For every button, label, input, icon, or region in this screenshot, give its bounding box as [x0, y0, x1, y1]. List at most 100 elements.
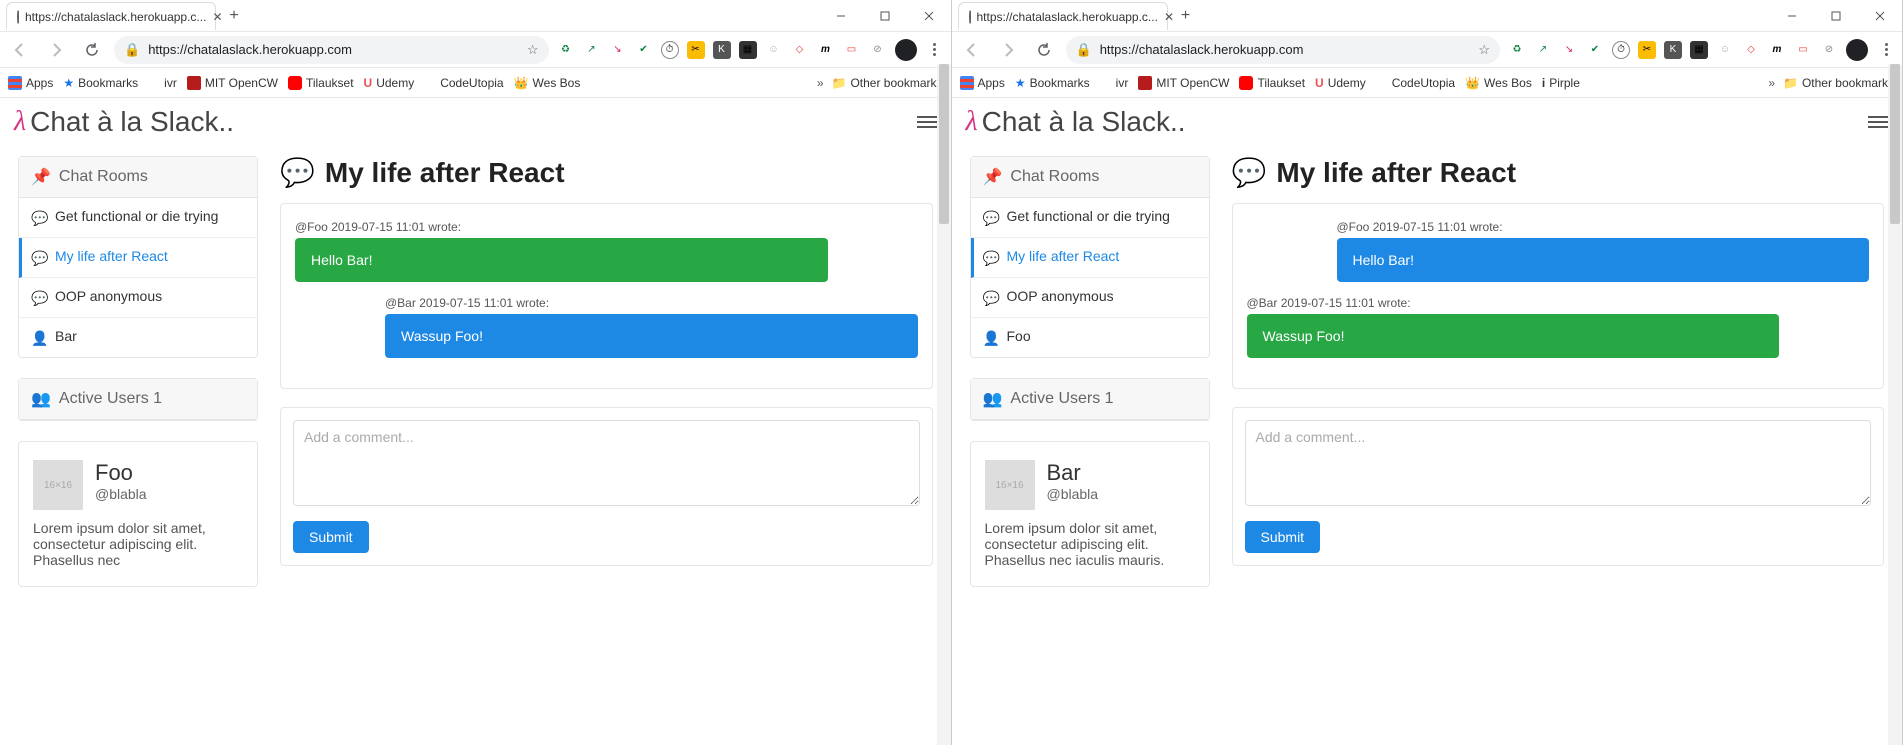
- scrollbar[interactable]: [937, 64, 951, 745]
- room-item[interactable]: 👤Foo: [971, 318, 1209, 357]
- bookmark-item[interactable]: MIT OpenCW: [1138, 76, 1229, 90]
- avatar: 16×16: [985, 460, 1035, 510]
- scrollbar[interactable]: [1888, 64, 1902, 745]
- profile-avatar[interactable]: [895, 39, 917, 61]
- extension-icon[interactable]: ✂: [687, 41, 705, 59]
- extension-icon[interactable]: ⊘: [1820, 41, 1838, 59]
- globe-icon: [148, 77, 160, 89]
- close-icon[interactable]: ✕: [1164, 10, 1174, 24]
- extension-icon[interactable]: ↘: [1560, 41, 1578, 59]
- bookmark-overflow[interactable]: »: [1768, 76, 1775, 90]
- hamburger-icon[interactable]: [1868, 116, 1888, 128]
- bookmark-item[interactable]: Apps: [960, 76, 1005, 90]
- extension-icon[interactable]: ↗: [583, 41, 601, 59]
- room-item[interactable]: 💬OOP anonymous: [19, 278, 257, 318]
- extension-icon[interactable]: ☺: [1716, 41, 1734, 59]
- browser-tab[interactable]: https://chatalaslack.herokuapp.c... ✕: [958, 2, 1168, 30]
- extension-icon[interactable]: ✔: [635, 41, 653, 59]
- bookmark-item[interactable]: Apps: [8, 76, 53, 90]
- nav-forward-button[interactable]: [994, 36, 1022, 64]
- extension-icon[interactable]: ✂: [1638, 41, 1656, 59]
- profile-avatar[interactable]: [1846, 39, 1868, 61]
- maximize-button[interactable]: [1814, 0, 1858, 32]
- submit-button[interactable]: Submit: [1245, 521, 1321, 553]
- bookmark-item[interactable]: 👑Wes Bos: [1465, 76, 1532, 90]
- main: 💬 My life after React @Foo 2019-07-15 11…: [1232, 156, 1885, 725]
- url-input[interactable]: 🔒 https://chatalaslack.herokuapp.com ☆: [114, 36, 549, 64]
- other-bookmarks[interactable]: 📁Other bookmarks: [832, 76, 943, 90]
- submit-button[interactable]: Submit: [293, 521, 369, 553]
- bookmark-item[interactable]: ivr: [148, 76, 177, 90]
- extension-icon[interactable]: m: [817, 41, 835, 59]
- extension-icon[interactable]: m: [1768, 41, 1786, 59]
- close-icon[interactable]: ✕: [212, 10, 222, 24]
- bookmark-item[interactable]: UUdemy: [364, 76, 415, 90]
- chat-icon: 💬: [983, 210, 999, 227]
- close-button[interactable]: [907, 0, 951, 32]
- room-item[interactable]: 💬My life after React: [19, 238, 257, 278]
- nav-forward-button[interactable]: [42, 36, 70, 64]
- hamburger-icon[interactable]: [917, 116, 937, 128]
- extension-icon[interactable]: ↗: [1534, 41, 1552, 59]
- room-item[interactable]: 💬Get functional or die trying: [19, 198, 257, 238]
- bookmark-item[interactable]: Tilaukset: [1239, 76, 1305, 90]
- extension-icon[interactable]: K: [713, 41, 731, 59]
- extension-icon[interactable]: ⏱: [1612, 41, 1630, 59]
- new-tab-button[interactable]: +: [1174, 4, 1198, 28]
- other-bookmarks[interactable]: 📁Other bookmarks: [1783, 76, 1894, 90]
- reload-button[interactable]: [78, 36, 106, 64]
- url-input[interactable]: 🔒 https://chatalaslack.herokuapp.com ☆: [1066, 36, 1501, 64]
- extension-icon[interactable]: ▭: [843, 41, 861, 59]
- extension-icon[interactable]: ↘: [609, 41, 627, 59]
- browser-tab[interactable]: https://chatalaslack.herokuapp.c... ✕: [6, 2, 216, 30]
- new-tab-button[interactable]: +: [222, 4, 246, 28]
- chat-rooms-header: 📌 Chat Rooms: [19, 157, 257, 198]
- bookmark-item[interactable]: UUdemy: [1315, 76, 1366, 90]
- bookmark-item[interactable]: 👑Wes Bos: [514, 76, 581, 90]
- extension-icon[interactable]: ▦: [1690, 41, 1708, 59]
- browser-menu-button[interactable]: [925, 43, 945, 56]
- scrollbar-thumb[interactable]: [939, 64, 949, 224]
- extension-icon[interactable]: ◇: [791, 41, 809, 59]
- extension-icon[interactable]: ✔: [1586, 41, 1604, 59]
- nav-back-button[interactable]: [958, 36, 986, 64]
- extension-icon[interactable]: ▦: [739, 41, 757, 59]
- extension-icon[interactable]: ☺: [765, 41, 783, 59]
- reload-button[interactable]: [1030, 36, 1058, 64]
- room-item[interactable]: 💬My life after React: [971, 238, 1209, 278]
- extension-icon[interactable]: ◇: [1742, 41, 1760, 59]
- address-bar: 🔒 https://chatalaslack.herokuapp.com ☆ ♻…: [0, 32, 951, 68]
- minimize-button[interactable]: [819, 0, 863, 32]
- address-bar: 🔒 https://chatalaslack.herokuapp.com ☆ ♻…: [952, 32, 1903, 68]
- extension-icon[interactable]: ▭: [1794, 41, 1812, 59]
- extension-icon[interactable]: K: [1664, 41, 1682, 59]
- extension-icon[interactable]: ♻: [557, 41, 575, 59]
- bookmark-item[interactable]: ★Bookmarks: [1015, 76, 1090, 90]
- bookmark-overflow[interactable]: »: [817, 76, 824, 90]
- bookmark-item[interactable]: CodeUtopia: [1376, 76, 1455, 90]
- extension-icon[interactable]: ⏱: [661, 41, 679, 59]
- room-item[interactable]: 💬Get functional or die trying: [971, 198, 1209, 238]
- user-icon: 👤: [31, 330, 47, 347]
- scrollbar-thumb[interactable]: [1890, 64, 1900, 224]
- comment-input[interactable]: [293, 420, 920, 506]
- star-icon[interactable]: ☆: [1478, 42, 1490, 58]
- bookmark-item[interactable]: ★Bookmarks: [63, 76, 138, 90]
- comment-input[interactable]: [1245, 420, 1872, 506]
- extension-icon[interactable]: ⊘: [869, 41, 887, 59]
- bookmark-item[interactable]: CodeUtopia: [424, 76, 503, 90]
- star-icon[interactable]: ☆: [527, 42, 539, 58]
- minimize-button[interactable]: [1770, 0, 1814, 32]
- room-item[interactable]: 👤Bar: [19, 318, 257, 357]
- browser-menu-button[interactable]: [1876, 43, 1896, 56]
- maximize-button[interactable]: [863, 0, 907, 32]
- close-button[interactable]: [1858, 0, 1902, 32]
- bookmark-item[interactable]: ivr: [1100, 76, 1129, 90]
- room-item[interactable]: 💬OOP anonymous: [971, 278, 1209, 318]
- chat-bubble-icon: 💬: [280, 156, 315, 189]
- bookmark-item[interactable]: iPirple: [1542, 76, 1580, 90]
- extension-icon[interactable]: ♻: [1508, 41, 1526, 59]
- bookmark-item[interactable]: MIT OpenCW: [187, 76, 278, 90]
- bookmark-item[interactable]: Tilaukset: [288, 76, 354, 90]
- nav-back-button[interactable]: [6, 36, 34, 64]
